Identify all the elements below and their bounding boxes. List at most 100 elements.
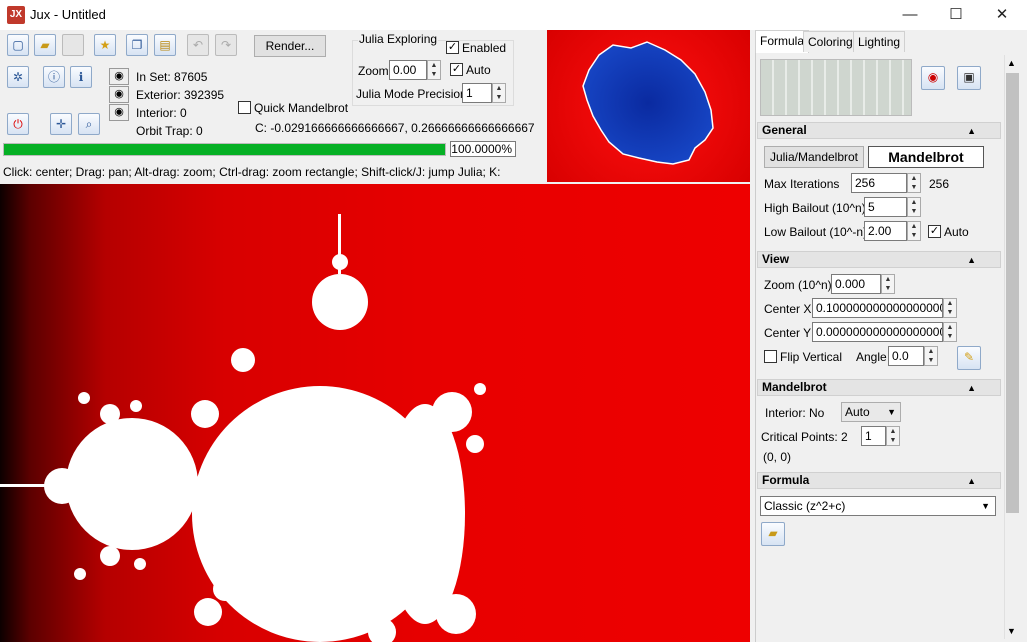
bailout-auto-label: Auto: [944, 225, 969, 239]
new-file-icon[interactable]: ▢: [7, 34, 29, 56]
fractal-view[interactable]: [0, 184, 750, 642]
chevron-down-icon: ▼: [981, 501, 990, 511]
julia-precision-field[interactable]: 1: [462, 83, 492, 103]
bailout-auto-checkbox[interactable]: ✓: [928, 225, 941, 238]
title-bar: JX Jux - Untitled — ☐ ✕: [0, 0, 1027, 30]
power-icon[interactable]: ⏻: [7, 113, 29, 135]
scroll-up-icon[interactable]: ▲: [1007, 58, 1016, 68]
broom-icon[interactable]: ✎: [957, 346, 981, 370]
general-section-title: General: [762, 123, 807, 137]
interior-select-value: Auto: [845, 405, 870, 419]
critical-point-coord: (0, 0): [763, 450, 792, 464]
julia-auto-checkbox[interactable]: ✓: [450, 63, 463, 76]
formula-select-value: Classic (z^2+c): [764, 499, 846, 513]
view-zoom-field[interactable]: 0.000: [831, 274, 881, 294]
center-x-field[interactable]: 0.100000000000000000: [812, 298, 943, 318]
low-bailout-field[interactable]: 2.00: [864, 221, 907, 241]
camera-icon[interactable]: ▣: [957, 66, 981, 90]
julia-zoom-label: Zoom: [358, 64, 389, 78]
tab-coloring[interactable]: Coloring: [803, 31, 858, 52]
chevron-down-icon: ▼: [887, 407, 896, 417]
c-value: C: -0.029166666666666667, 0.266666666666…: [255, 121, 535, 135]
redo-icon[interactable]: ↷: [215, 34, 237, 56]
julia-enabled-label: Enabled: [462, 41, 507, 55]
tab-formula[interactable]: Formula: [755, 30, 810, 53]
julia-enabled-checkbox[interactable]: ✓: [446, 41, 459, 54]
julia-zoom-field[interactable]: 0.00: [389, 60, 427, 80]
julia-preview[interactable]: [547, 30, 750, 182]
center-x-label: Center X: [764, 302, 812, 316]
eye-icon[interactable]: ◉: [109, 68, 129, 85]
angle-field[interactable]: 0.0: [888, 346, 924, 366]
eye-icon[interactable]: ◉: [109, 86, 129, 103]
render-button[interactable]: Render...: [254, 35, 326, 57]
formula-section-title: Formula: [762, 473, 810, 487]
scroll-down-icon[interactable]: ▼: [1007, 626, 1016, 636]
paste-icon[interactable]: ▤: [154, 34, 176, 56]
center-y-label: Center Y: [764, 326, 812, 340]
settings-icon[interactable]: ✲: [7, 66, 29, 88]
orbit-trap-count: Orbit Trap: 0: [136, 124, 203, 138]
max-iterations-field[interactable]: 256: [851, 173, 907, 193]
maximize-button[interactable]: ☐: [933, 0, 979, 30]
undo-icon[interactable]: ↶: [187, 34, 209, 56]
info-icon[interactable]: ⓘ: [43, 66, 65, 88]
formula-presets[interactable]: [760, 59, 912, 116]
low-bailout-spinner[interactable]: ▲ ▼: [907, 221, 921, 241]
formula-select[interactable]: Classic (z^2+c) ▼: [760, 496, 996, 516]
center-y-spinner[interactable]: ▲ ▼: [943, 322, 957, 342]
open-formula-icon[interactable]: ▰: [761, 522, 785, 546]
copy-icon[interactable]: ❐: [126, 34, 148, 56]
julia-zoom-spinner[interactable]: ▲ ▼: [427, 60, 441, 80]
mandelbrot-section-title: Mandelbrot: [762, 380, 827, 394]
quick-mandelbrot-checkbox[interactable]: [238, 101, 251, 114]
angle-spinner[interactable]: ▲ ▼: [924, 346, 938, 366]
collapse-icon[interactable]: ▲: [967, 381, 976, 396]
crosshair-icon[interactable]: ✛: [50, 113, 72, 135]
eye-preset-icon[interactable]: ◉: [921, 66, 945, 90]
close-button[interactable]: ✕: [979, 0, 1025, 30]
render-progress-bar: [3, 143, 446, 156]
flip-vertical-checkbox[interactable]: [764, 350, 777, 363]
mandelbrot-section-header[interactable]: Mandelbrot ▲: [757, 379, 1001, 396]
bookmark-icon[interactable]: ★: [94, 34, 116, 56]
view-section-title: View: [762, 252, 790, 266]
progress-fill: [4, 144, 445, 155]
view-section-header[interactable]: View ▲: [757, 251, 1001, 268]
progress-text: 100.0000%: [450, 141, 516, 157]
critical-points-spinner[interactable]: ▲ ▼: [886, 426, 900, 446]
julia-precision-label: Julia Mode Precision: [356, 87, 467, 101]
general-section-header[interactable]: General ▲: [757, 122, 1001, 139]
julia-precision-spinner[interactable]: ▲ ▼: [492, 83, 506, 103]
help-icon[interactable]: ℹ: [70, 66, 92, 88]
eye-icon[interactable]: ◉: [109, 104, 129, 121]
formula-section-header[interactable]: Formula ▲: [757, 472, 1001, 489]
center-x-spinner[interactable]: ▲ ▼: [943, 298, 957, 318]
scrollbar-thumb[interactable]: [1006, 73, 1019, 513]
status-bar: Click: center; Drag: pan; Alt-drag: zoom…: [0, 164, 547, 182]
minimize-button[interactable]: —: [887, 0, 933, 30]
zoom-magnifier-icon[interactable]: ⌕: [78, 113, 100, 135]
save-icon[interactable]: [62, 34, 84, 56]
max-iterations-spinner[interactable]: ▲ ▼: [907, 173, 921, 193]
julia-mandelbrot-button[interactable]: Julia/Mandelbrot: [764, 146, 864, 168]
view-zoom-spinner[interactable]: ▲ ▼: [881, 274, 895, 294]
julia-group-label: Julia Exploring: [358, 32, 439, 46]
collapse-icon[interactable]: ▲: [967, 474, 976, 489]
julia-preview-image: [582, 41, 714, 165]
max-iterations-actual: 256: [929, 177, 950, 191]
high-bailout-spinner[interactable]: ▲ ▼: [907, 197, 921, 217]
collapse-icon[interactable]: ▲: [967, 124, 976, 139]
open-folder-icon[interactable]: ▰: [34, 34, 56, 56]
tab-lighting[interactable]: Lighting: [853, 31, 906, 52]
mode-display: Mandelbrot: [868, 146, 984, 168]
angle-label: Angle: [856, 350, 887, 364]
high-bailout-field[interactable]: 5: [864, 197, 907, 217]
collapse-icon[interactable]: ▲: [967, 253, 976, 268]
critical-points-field[interactable]: 1: [861, 426, 886, 446]
center-y-field[interactable]: 0.000000000000000000: [812, 322, 943, 342]
interior-select[interactable]: Auto ▼: [841, 402, 901, 422]
window-title: Jux - Untitled: [30, 7, 106, 22]
quick-mandelbrot-label: Quick Mandelbrot: [254, 101, 349, 115]
in-set-count: In Set: 87605: [136, 70, 208, 84]
